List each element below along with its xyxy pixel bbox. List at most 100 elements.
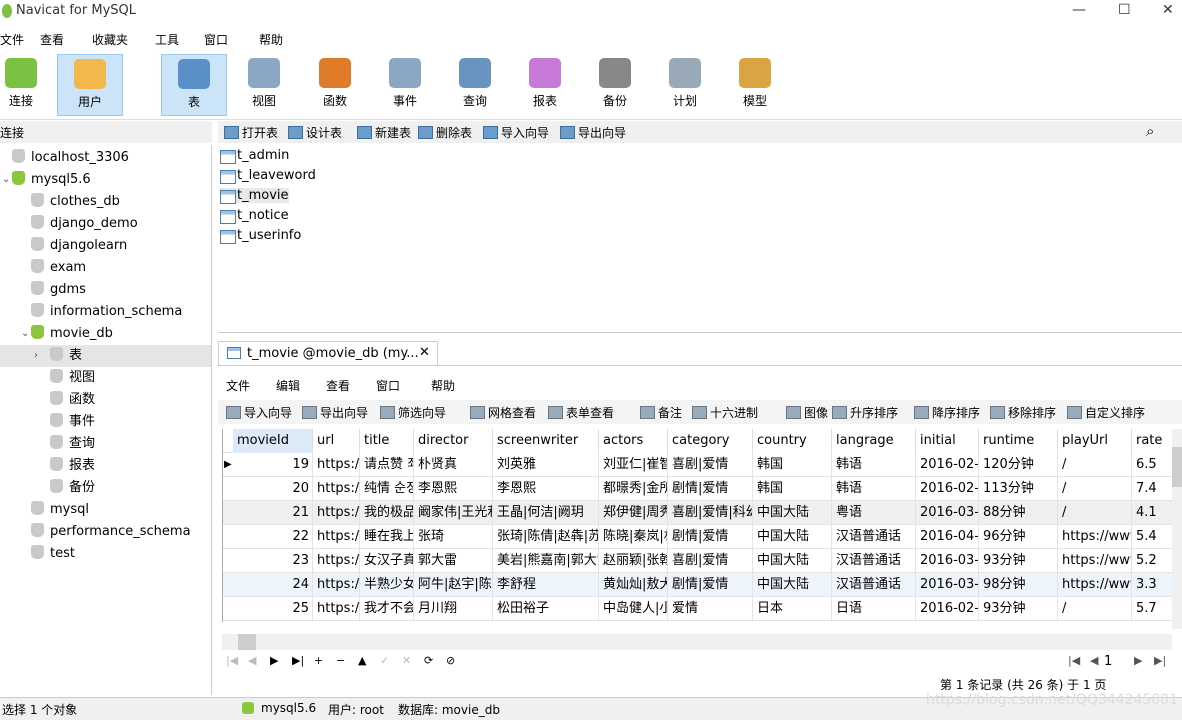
grid-cell[interactable]: 喜剧|爱情 [668, 453, 753, 477]
grid-cell[interactable]: 喜剧|爱情 [668, 549, 753, 573]
grid-cell[interactable]: 半熟少女 [360, 573, 414, 597]
chevron-down-icon[interactable]: ⌄ [21, 323, 29, 345]
tree-item[interactable]: djangolearn [31, 235, 127, 257]
column-header[interactable]: initial [916, 429, 979, 453]
table-toolbar-button[interactable]: 升序排序 [832, 404, 898, 421]
grid-cell[interactable]: https:/. [313, 477, 360, 501]
grid-cell[interactable]: 纯情 순정 [360, 477, 414, 501]
column-header[interactable]: actors [599, 429, 668, 453]
grid-cell[interactable]: 2016-03- [916, 501, 979, 525]
grid-cell[interactable]: / [1058, 501, 1132, 525]
menu-item[interactable]: 文件 [0, 31, 24, 48]
table-row[interactable]: 24 https:/. 半熟少女 阿牛|赵宇|陈 李舒程 黄灿灿|敖犬 剧情|爱情 中国大陆汉… [223, 573, 1172, 597]
table-row[interactable]: 23 https:/. 女汉子真 郭大雷 美岩|熊嘉南|郭大雷 赵丽颖|张翰 喜剧|爱情 中国… [223, 549, 1172, 573]
object-toolbar-button[interactable]: 删除表 [418, 124, 472, 141]
nav-button[interactable]: ⊘ [446, 654, 455, 667]
grid-cell[interactable]: 我才不会 [360, 597, 414, 621]
grid-cell[interactable]: 6.5 [1132, 453, 1172, 477]
grid-cell[interactable]: 5.4 [1132, 525, 1172, 549]
grid-cell[interactable]: 刘英雅 [493, 453, 599, 477]
grid-cell[interactable]: https://www [1058, 549, 1132, 573]
tree-item[interactable]: 视图 [50, 367, 95, 389]
tab-t-movie[interactable]: t_movie @movie_db (my... ✕ [218, 341, 438, 365]
column-header[interactable]: title [360, 429, 414, 453]
grid-cell[interactable]: 郭大雷 [414, 549, 493, 573]
grid-cell[interactable]: 2016-02- [916, 597, 979, 621]
object-toolbar-button[interactable]: 设计表 [288, 124, 342, 141]
table-item[interactable]: t_movie [220, 188, 289, 204]
table-toolbar-button[interactable]: 表单查看 [548, 404, 614, 421]
grid-cell[interactable]: 93分钟 [979, 597, 1058, 621]
grid-cell[interactable]: 23 [233, 549, 313, 573]
grid-cell[interactable]: 日语 [832, 597, 916, 621]
grid-cell[interactable]: 3.3 [1132, 573, 1172, 597]
column-header[interactable]: rate [1132, 429, 1172, 453]
grid-cell[interactable]: 睡在我上 [360, 525, 414, 549]
grid-cell[interactable]: 韩国 [753, 453, 832, 477]
grid-cell[interactable]: / [1058, 453, 1132, 477]
menu-item[interactable]: 窗口 [204, 31, 228, 48]
grid-cell[interactable]: 96分钟 [979, 525, 1058, 549]
grid-cell[interactable]: 汉语普通话 [832, 549, 916, 573]
grid-cell[interactable]: 喜剧|爱情|科幻 [668, 501, 753, 525]
grid-cell[interactable]: https:/. [313, 453, 360, 477]
column-header[interactable]: screenwriter [493, 429, 599, 453]
grid-cell[interactable]: 中岛健人|小 [599, 597, 668, 621]
grid-cell[interactable]: / [1058, 597, 1132, 621]
object-toolbar-button[interactable]: 打开表 [224, 124, 278, 141]
toolbar-button[interactable]: 视图 [231, 54, 297, 116]
grid-cell[interactable]: 93分钟 [979, 549, 1058, 573]
nav-button[interactable]: ⟳ [424, 654, 433, 667]
column-header[interactable]: langrage [832, 429, 916, 453]
nav-button[interactable]: − [336, 654, 345, 667]
table-toolbar-button[interactable]: 网格查看 [470, 404, 536, 421]
grid-cell[interactable]: https:/. [313, 501, 360, 525]
toolbar-button[interactable]: 查询 [442, 54, 508, 116]
grid-cell[interactable]: 5.2 [1132, 549, 1172, 573]
tab-close-icon[interactable]: ✕ [419, 345, 430, 360]
grid-cell[interactable]: 中国大陆 [753, 573, 832, 597]
tree-item[interactable]: django_demo [31, 213, 138, 235]
grid-cell[interactable]: 21 [233, 501, 313, 525]
toolbar-button[interactable]: 函数 [302, 54, 368, 116]
grid-cell[interactable]: 中国大陆 [753, 549, 832, 573]
grid-cell[interactable]: 松田裕子 [493, 597, 599, 621]
grid-cell[interactable]: 5.7 [1132, 597, 1172, 621]
menu-item[interactable]: 帮助 [259, 31, 283, 48]
tree-item[interactable]: 函数 [50, 389, 95, 411]
grid-cell[interactable]: 李恩熙 [493, 477, 599, 501]
grid-cell[interactable]: 朴贤真 [414, 453, 493, 477]
column-header[interactable]: director [414, 429, 493, 453]
close-button[interactable]: ✕ [1162, 2, 1174, 18]
grid-cell[interactable]: https:/. [313, 597, 360, 621]
grid-cell[interactable]: 日本 [753, 597, 832, 621]
grid-cell[interactable]: https:/. [313, 549, 360, 573]
grid-cell[interactable]: 4.1 [1132, 501, 1172, 525]
tree-item[interactable]: localhost_3306 [12, 147, 129, 169]
grid-cell[interactable]: / [1058, 477, 1132, 501]
table-toolbar-button[interactable]: 导入向导 [226, 404, 292, 421]
nav-button[interactable]: |◀ [226, 654, 238, 667]
tree-item[interactable]: ⌄ mysql5.6 [2, 169, 91, 191]
grid-cell[interactable]: 郑伊健|周秀 [599, 501, 668, 525]
chevron-down-icon[interactable]: ⌄ [2, 169, 10, 191]
table-toolbar-button[interactable]: 导出向导 [302, 404, 368, 421]
table-item[interactable]: t_admin [220, 148, 289, 164]
nav-button[interactable]: ▶ [270, 654, 278, 667]
tree-item[interactable]: 报表 [50, 455, 95, 477]
horizontal-scrollbar[interactable] [222, 634, 1172, 650]
grid-cell[interactable]: 20 [233, 477, 313, 501]
menu-item[interactable]: 收藏夹 [92, 31, 128, 48]
vertical-scrollbar[interactable] [1172, 429, 1182, 629]
grid-cell[interactable]: 爱情 [668, 597, 753, 621]
grid-cell[interactable]: 都暻秀|金所 [599, 477, 668, 501]
tree-item[interactable]: exam [31, 257, 86, 279]
table-row[interactable]: 21 https:/. 我的极品 阚家伟|王光利 王晶|何洁|阙玥 郑伊健|周秀 喜剧|爱情… [223, 501, 1172, 525]
last-page-icon[interactable]: ▶| [1154, 654, 1166, 667]
grid-cell[interactable]: 22 [233, 525, 313, 549]
toolbar-button[interactable]: 备份 [582, 54, 648, 116]
grid-cell[interactable]: 汉语普通话 [832, 525, 916, 549]
tree-item[interactable]: 备份 [50, 477, 95, 499]
grid-cell[interactable]: 刘亚仁|崔智 [599, 453, 668, 477]
grid-cell[interactable]: 阚家伟|王光利 [414, 501, 493, 525]
